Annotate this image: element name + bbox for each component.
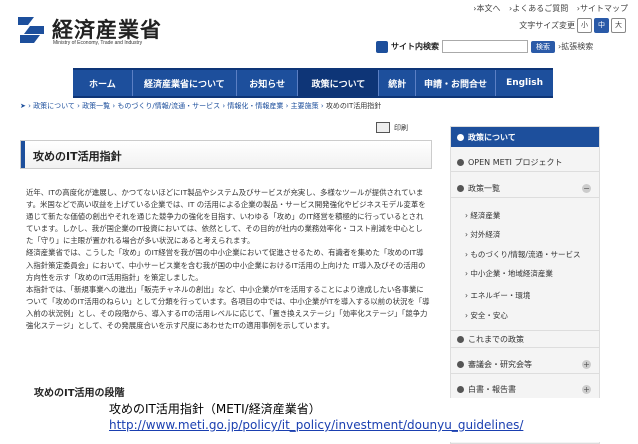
body-paragraph: 経済産業省では、こうした「攻め」のIT経営を我が国の中小企業において促進させるた… (26, 248, 426, 282)
meti-logo-icon[interactable] (16, 13, 46, 43)
search-icon (376, 40, 388, 53)
print-button[interactable]: 印刷 (376, 122, 408, 133)
bullet-icon (457, 133, 464, 141)
logo-subtext: Ministry of Economy, Trade and Industry (53, 40, 143, 46)
printer-icon (376, 122, 390, 133)
sidebar-subitem[interactable]: › 安全・安心 (451, 307, 599, 324)
sidebar-subitem-label: エネルギー・環境 (470, 291, 531, 300)
article-body: 近年、ITの高度化が進展し、かつてないほどにIT製品やシステム及びサービスが充実… (26, 187, 430, 332)
sidebar-subitem-label: 対外経済 (470, 230, 501, 239)
sidebar-subitem-label: 経済産業 (470, 211, 501, 220)
bullet-icon (457, 335, 464, 343)
caption-title: 攻めのIT活用指針（METI/経済産業省） (109, 402, 321, 416)
print-label: 印刷 (394, 123, 408, 132)
nav-policy[interactable]: 政策について (298, 70, 380, 96)
page-title: 攻めのIT活用指針 (33, 150, 122, 163)
page-title-bar: 攻めのIT活用指針 (20, 140, 432, 169)
breadcrumb-item[interactable]: 政策一覧 (82, 102, 110, 110)
nav-statistics[interactable]: 統計 (379, 70, 417, 96)
sidebar-item-past-policies[interactable]: これまでの政策 (451, 330, 599, 348)
sidebar-subitem[interactable]: › エネルギー・環境 (451, 287, 599, 304)
font-size-medium-button[interactable]: 中 (594, 18, 609, 33)
sidebar-item-councils[interactable]: 審議会・研究会等 + (451, 356, 599, 374)
sidebar-header[interactable]: 政策について (451, 127, 599, 147)
sidebar-item-white-papers[interactable]: 白書・報告書 + (451, 381, 599, 399)
sidebar-nav: 政策について OPEN METI プロジェクト 政策一覧 − › 経済産業 › 対… (450, 126, 600, 444)
sidebar-subitem[interactable]: › 対外経済 (451, 226, 599, 243)
nav-contact[interactable]: 申請・お問合せ (416, 70, 497, 96)
sidebar-subitem-label: 安全・安心 (470, 311, 508, 320)
global-nav: ホーム 経済産業省について お知らせ 政策について 統計 申請・お問合せ Eng… (73, 68, 553, 98)
sidebar-subitem[interactable]: › 経済産業 (451, 207, 599, 224)
sidebar-item-policy-list[interactable]: 政策一覧 − (451, 180, 599, 198)
sidebar-item-label: 審議会・研究会等 (468, 360, 532, 369)
font-size-large-button[interactable]: 大 (611, 18, 626, 33)
font-size-switcher: 文字サイズ変更 小 中 大 (519, 18, 626, 33)
bullet-icon (457, 361, 464, 368)
sidebar-item-label: これまでの政策 (468, 334, 524, 344)
caption-overlay: 攻めのIT活用指針（METI/経済産業省） http://www.meti.go… (107, 398, 638, 442)
expand-icon[interactable]: + (582, 385, 591, 394)
search-label: サイト内検索 (391, 42, 439, 51)
breadcrumb-item[interactable]: ものづくり/情報/流通・サービス (117, 102, 220, 110)
body-paragraph: 近年、ITの高度化が進展し、かつてないほどにIT製品やシステム及びサービスが充実… (26, 188, 426, 246)
sidebar-subitem-label: ものづくり/情報/流通・サービス (470, 250, 581, 259)
site-search: サイト内検索 検索 ›拡張検索 (376, 40, 593, 53)
caption-url-link[interactable]: http://www.meti.go.jp/policy/it_policy/i… (109, 418, 523, 432)
search-input[interactable] (442, 40, 528, 53)
search-button[interactable]: 検索 (531, 40, 555, 53)
nav-about[interactable]: 経済産業省について (133, 70, 237, 96)
font-size-small-button[interactable]: 小 (577, 18, 592, 33)
bullet-icon (457, 386, 464, 393)
utility-link-faq[interactable]: ›よくあるご質問 (509, 4, 568, 13)
home-icon[interactable]: ➤ (20, 102, 26, 110)
sidebar-item-label: 白書・報告書 (468, 385, 516, 394)
sidebar-subitem-label: 中小企業・地域経済産業 (470, 269, 553, 278)
breadcrumb-item[interactable]: 情報化・情報産業 (227, 102, 283, 110)
site-header: 経済産業省 Ministry of Economy, Trade and Ind… (0, 0, 638, 68)
advanced-search-link[interactable]: ›拡張検索 (558, 41, 593, 52)
sidebar-header-label: 政策について (468, 132, 516, 142)
bullet-icon (457, 159, 464, 166)
sidebar-item-label: OPEN METI プロジェクト (468, 158, 563, 167)
body-paragraph: 本指針では、「新規事業への進出」「販売チャネルの創出」など、中小企業がITを活用… (26, 284, 430, 331)
title-accent (21, 141, 25, 168)
utility-link-main[interactable]: ›本文へ (473, 4, 500, 13)
utility-links: ›本文へ ›よくあるご質問 ›サイトマップ (467, 3, 628, 14)
section-heading: 攻めのIT活用の段階 (34, 388, 125, 399)
utility-link-sitemap[interactable]: ›サイトマップ (577, 4, 628, 13)
sidebar-item-openmeti[interactable]: OPEN METI プロジェクト (451, 154, 599, 172)
font-size-label: 文字サイズ変更 (519, 21, 575, 30)
sidebar-item-label: 政策一覧 (468, 184, 500, 193)
nav-home[interactable]: ホーム (73, 70, 133, 96)
breadcrumb-item[interactable]: 主要施策 (291, 102, 319, 110)
breadcrumb-current: 攻めのIT活用指針 (325, 102, 382, 110)
sidebar-subitem[interactable]: › 中小企業・地域経済産業 (451, 265, 599, 282)
nav-english[interactable]: English (496, 70, 553, 96)
expand-icon[interactable]: + (582, 360, 591, 369)
sidebar-subitem[interactable]: › ものづくり/情報/流通・サービス (451, 246, 599, 263)
collapse-icon[interactable]: − (582, 184, 591, 193)
breadcrumb-item[interactable]: 政策について (33, 102, 75, 110)
nav-news[interactable]: お知らせ (237, 70, 299, 96)
breadcrumb: ➤ › 政策について › 政策一覧 › ものづくり/情報/流通・サービス › 情… (20, 102, 382, 110)
bullet-icon (457, 185, 464, 192)
